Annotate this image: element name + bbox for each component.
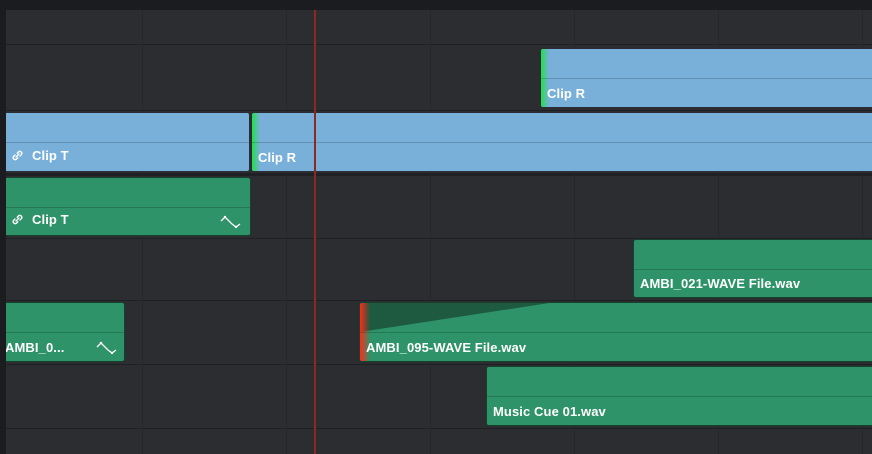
audio-clip-ambi-0[interactable]: AMBI_0... (6, 302, 125, 362)
clip-name: AMBI_095-WAVE File.wav (366, 340, 527, 355)
clip-name: AMBI_0... (6, 340, 65, 355)
fade-curve-icon (220, 215, 241, 229)
clip-label: Clip T (11, 148, 69, 165)
link-icon (11, 213, 24, 229)
clip-name: Clip R (258, 150, 297, 165)
audio-clip-t[interactable]: Clip T (6, 177, 251, 236)
clip-name: Clip T (32, 212, 69, 228)
clip-label: Clip R (547, 86, 585, 101)
clip-label: AMBI_021-WAVE File.wav (640, 276, 800, 291)
clip-divider (6, 206, 250, 208)
clip-divider (6, 332, 124, 333)
editor-frame: Clip R Clip T Clip R Clip T AMBI_021-WAV… (0, 0, 872, 454)
clip-divider (6, 142, 249, 143)
grid-line (286, 10, 287, 454)
audio-clip-ambi-021[interactable]: AMBI_021-WAVE File.wav (633, 239, 872, 298)
fade-curve-icon (96, 341, 117, 355)
clip-label: Music Cue 01.wav (493, 404, 606, 419)
clip-divider (487, 396, 872, 397)
audio-clip-ambi-095[interactable]: AMBI_095-WAVE File.wav (359, 302, 872, 362)
clip-divider (541, 78, 872, 79)
clip-divider (252, 142, 872, 143)
clip-label: AMBI_095-WAVE File.wav (366, 340, 526, 355)
clip-divider (634, 268, 872, 270)
video-clip-r[interactable]: Clip R (251, 112, 872, 172)
timeline[interactable]: Clip R Clip T Clip R Clip T AMBI_021-WAV… (6, 10, 872, 454)
clip-label: AMBI_0... (6, 340, 64, 355)
clip-name: AMBI_021-WAVE File.wav (640, 276, 801, 291)
clip-name: Clip T (32, 148, 69, 164)
clip-name: Music Cue 01.wav (493, 404, 606, 419)
link-icon (11, 149, 24, 165)
clip-label: Clip T (11, 212, 69, 229)
grid-line (430, 10, 431, 454)
audio-clip-music-cue[interactable]: Music Cue 01.wav (486, 366, 872, 426)
clip-label: Clip R (258, 150, 296, 165)
video-track-2 (6, 10, 872, 45)
video-clip-r-upper[interactable]: Clip R (540, 48, 872, 108)
clip-name: Clip R (547, 86, 586, 101)
clip-divider (360, 332, 872, 333)
playhead[interactable] (314, 10, 316, 454)
audio-track-5 (6, 428, 872, 454)
video-clip-t[interactable]: Clip T (6, 112, 250, 172)
